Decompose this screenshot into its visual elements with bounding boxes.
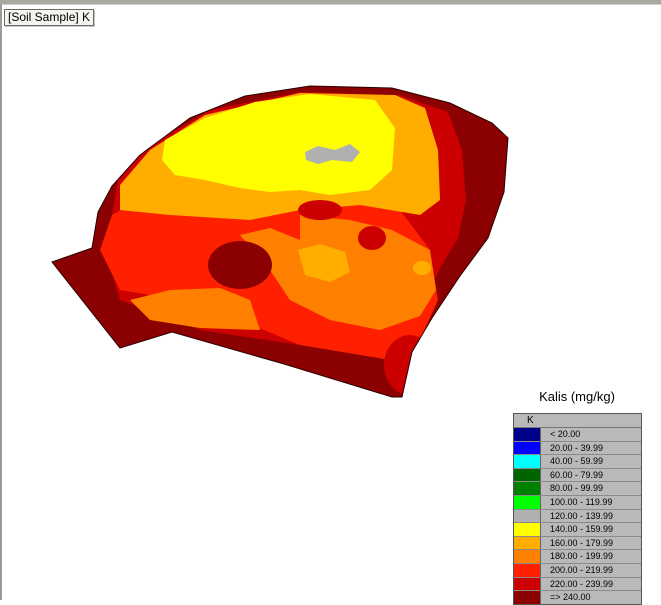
- legend-row: 100.00 - 119.99: [514, 495, 641, 510]
- legend-row: 180.00 - 199.99: [514, 550, 641, 564]
- legend-label: 180.00 - 199.99: [550, 551, 614, 562]
- legend-label: 220.00 - 239.99: [550, 578, 614, 589]
- legend-title: Kalis (mg/kg): [539, 389, 615, 404]
- spot-east: [413, 261, 431, 275]
- legend-swatch: [514, 523, 541, 536]
- legend-row: 160.00 - 179.99: [514, 536, 641, 551]
- legend-row: 120.00 - 139.99: [514, 509, 641, 524]
- legend-header: K: [514, 414, 641, 428]
- legend-row: => 240.00: [514, 591, 641, 604]
- legend-swatch: [514, 428, 541, 441]
- legend-row: 80.00 - 99.99: [514, 482, 641, 496]
- legend-row: 140.00 - 159.99: [514, 523, 641, 537]
- hotspot-center: [358, 226, 386, 250]
- legend-rows: < 20.00 20.00 - 39.99 40.00 - 59.99 60.00 -…: [514, 428, 641, 604]
- legend-swatch: [514, 563, 541, 577]
- legend-row: 20.00 - 39.99: [514, 441, 641, 456]
- legend-label: => 240.00: [550, 592, 591, 603]
- legend-label: 40.00 - 59.99: [550, 456, 604, 467]
- legend-label: 120.00 - 139.99: [550, 510, 614, 521]
- hotspot-southeast: [384, 335, 436, 395]
- legend-row: 40.00 - 59.99: [514, 455, 641, 469]
- legend-label: 60.00 - 79.99: [550, 469, 604, 480]
- legend-label: 80.00 - 99.99: [550, 483, 604, 494]
- legend-row: 220.00 - 239.99: [514, 577, 641, 592]
- legend-swatch: [514, 441, 541, 455]
- legend-table: K < 20.00 20.00 - 39.99 40.00 - 59.99 60.00…: [513, 413, 642, 605]
- legend-row: 200.00 - 219.99: [514, 563, 641, 578]
- legend-swatch: [514, 509, 541, 523]
- legend-swatch: [514, 495, 541, 509]
- legend-swatch: [514, 591, 541, 604]
- hotspot-west: [208, 241, 272, 289]
- legend-label: 100.00 - 119.99: [550, 496, 613, 507]
- legend-swatch: [514, 455, 541, 468]
- legend-row: < 20.00: [514, 428, 641, 442]
- legend-label: 140.00 - 159.99: [550, 524, 614, 535]
- interpolated-surface: [52, 86, 508, 397]
- legend-row: 60.00 - 79.99: [514, 468, 641, 483]
- legend-swatch: [514, 482, 541, 495]
- legend-swatch: [514, 468, 541, 482]
- legend-label: < 20.00: [550, 429, 581, 439]
- legend-label: 160.00 - 179.99: [550, 537, 614, 548]
- legend-swatch: [514, 577, 541, 591]
- legend-label: 200.00 - 219.99: [550, 564, 614, 575]
- legend-swatch: [514, 550, 541, 563]
- legend-swatch: [514, 536, 541, 550]
- legend-label: 20.00 - 39.99: [550, 442, 604, 453]
- hotspot-north: [298, 200, 342, 220]
